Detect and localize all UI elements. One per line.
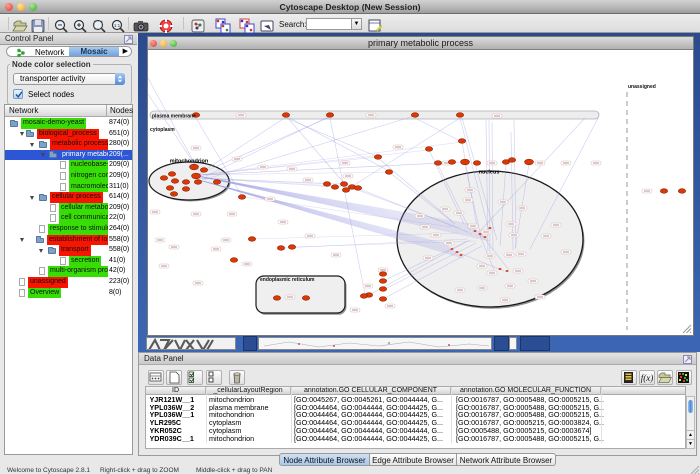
svg-text:nucleus: nucleus	[479, 170, 500, 176]
svg-text:mitochondrion: mitochondrion	[170, 159, 209, 165]
svg-text:unassigned: unassigned	[628, 84, 656, 90]
svg-text:1:1: 1:1	[114, 23, 121, 28]
svg-text:plasma membrane: plasma membrane	[152, 114, 196, 120]
svg-text:cytoplasm: cytoplasm	[150, 127, 175, 133]
svg-text:endoplasmic reticulum: endoplasmic reticulum	[260, 277, 315, 283]
svg-text:f(x): f(x)	[641, 373, 654, 383]
